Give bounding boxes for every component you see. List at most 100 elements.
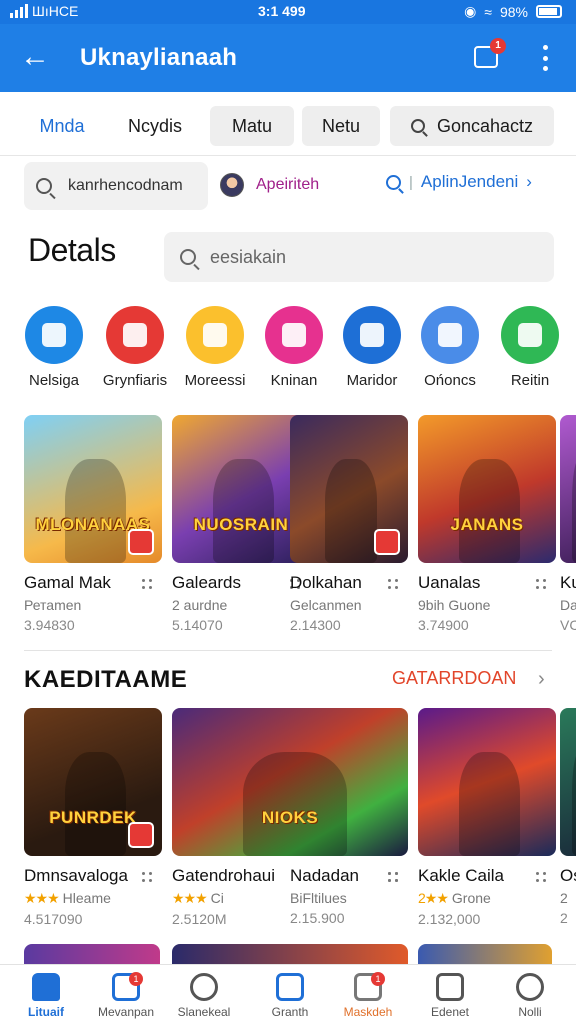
- nav-label: Mevanpan: [97, 1005, 155, 1019]
- game-cover-image[interactable]: MLONANAAS: [24, 415, 162, 563]
- card-more-icon[interactable]: [536, 577, 550, 591]
- filter-link[interactable]: | AplinJendeni ›: [386, 172, 532, 192]
- status-left: ШıHCE: [10, 3, 78, 19]
- category-item[interactable]: Reitin: [488, 306, 572, 389]
- note-icon: [106, 306, 164, 364]
- game-subtitle-text: 2: [560, 890, 568, 906]
- game-subtitle: Gelcanmen: [290, 597, 408, 613]
- game-card[interactable]: PUNRDEK Dmnsavaloga ★★★ Hleame 4.517090: [24, 708, 162, 927]
- card-more-icon[interactable]: [388, 577, 402, 591]
- music-disc-icon: [265, 306, 323, 364]
- notifications-button[interactable]: 1: [470, 38, 506, 74]
- nav-label: Edenet: [430, 1005, 470, 1019]
- chevron-right-icon[interactable]: ›: [538, 668, 545, 691]
- game-cover-image[interactable]: [560, 708, 576, 856]
- profile-icon: [516, 973, 544, 1001]
- game-card[interactable]: Os 2 2: [560, 708, 576, 926]
- game-subtitle-text: 2 aurdne: [172, 597, 228, 613]
- card-more-icon[interactable]: [536, 870, 550, 884]
- game-cover-image[interactable]: PUNRDEK: [24, 708, 162, 856]
- nav-item[interactable]: Granth: [248, 973, 332, 1019]
- avatar: [220, 173, 244, 197]
- card-peek[interactable]: [172, 944, 408, 964]
- category-item[interactable]: Moreessi: [173, 306, 257, 389]
- game-subtitle: 2: [560, 890, 576, 906]
- category-item[interactable]: Nelsiga: [12, 306, 96, 389]
- category-label: Kninan: [270, 372, 318, 389]
- category-item[interactable]: Kninan: [252, 306, 336, 389]
- card-peek[interactable]: [418, 944, 552, 964]
- game-subtitle: 2★★ Grone: [418, 890, 556, 907]
- carrier-text: ШıHCE: [32, 3, 79, 19]
- game-subtitle-text: Hleame: [62, 890, 111, 906]
- tab-0[interactable]: Mnda: [20, 106, 104, 146]
- filter-search-input[interactable]: kanrhencodnam: [24, 162, 208, 210]
- game-downloads: 3.74900: [418, 617, 469, 633]
- card-more-icon[interactable]: [142, 577, 156, 591]
- main-search-input[interactable]: eesiakain: [164, 232, 554, 282]
- nav-label: Maskdeh: [343, 1005, 393, 1019]
- gamepad-icon: 1: [354, 972, 385, 1001]
- game-card[interactable]: JANANS Uanalas 9bih Guone 3.74900: [418, 415, 556, 633]
- chart-icon: [421, 306, 479, 364]
- cover-title: NUOSRAIN: [193, 515, 289, 534]
- edit-icon: [276, 973, 304, 1001]
- nav-item[interactable]: Lituaif: [4, 973, 88, 1019]
- nav-item[interactable]: Edenet: [408, 973, 492, 1019]
- game-title: Ku: [560, 573, 576, 592]
- game-card[interactable]: Nadadan BiFltilues 2.15.900: [290, 708, 408, 926]
- badge-icon: [128, 529, 154, 555]
- card-peek[interactable]: [24, 944, 160, 964]
- game-card[interactable]: Ku Da VC: [560, 415, 576, 633]
- game-cover-image[interactable]: JANANS: [418, 415, 556, 563]
- filter-user[interactable]: Apeiriteh: [220, 172, 319, 198]
- status-time: 3:1 499: [258, 3, 306, 19]
- category-label: Ońoncs: [424, 372, 476, 389]
- character-figure: [459, 459, 521, 563]
- character-figure: [65, 752, 127, 856]
- game-card[interactable]: Kakle Caila 2★★ Grone 2.132,000: [418, 708, 556, 927]
- character-figure: [572, 752, 576, 856]
- search-icon: [180, 249, 196, 265]
- nav-item[interactable]: 1 Mevanpan: [84, 972, 168, 1019]
- camera-icon: [25, 306, 83, 364]
- nav-badge: 1: [371, 972, 385, 986]
- status-bar: ШıHCE 3:1 499 ◉ ≈ 98%: [0, 0, 576, 24]
- game-subtitle: Da: [560, 597, 576, 613]
- card-more-icon[interactable]: [388, 870, 402, 884]
- section-see-all-link[interactable]: GATARRDOAN: [392, 668, 516, 689]
- tab-2[interactable]: Matu: [210, 106, 294, 146]
- back-arrow-icon[interactable]: ←: [20, 40, 56, 76]
- tab-3[interactable]: Netu: [302, 106, 380, 146]
- nav-item[interactable]: Nolli: [488, 973, 572, 1019]
- category-item[interactable]: Ońoncs: [408, 306, 492, 389]
- nav-item[interactable]: Slanekeal: [162, 973, 246, 1019]
- game-cover-image[interactable]: [560, 415, 576, 563]
- tab-1[interactable]: Ncydis: [112, 106, 198, 146]
- more-options-icon[interactable]: [532, 42, 558, 74]
- card-more-icon[interactable]: [142, 870, 156, 884]
- badge-icon: [374, 822, 400, 848]
- game-card[interactable]: Dolkahan Gelcanmen 2.14300: [290, 415, 408, 633]
- search-icon: [36, 178, 52, 194]
- nav-label: Nolli: [518, 1005, 542, 1019]
- tab-4-search[interactable]: Goncahactz: [390, 106, 554, 146]
- game-downloads: 4.517090: [24, 911, 83, 927]
- home-icon: [32, 973, 60, 1001]
- search-icon: [410, 119, 425, 133]
- game-downloads: 3.94830: [24, 617, 75, 633]
- rating-stars: ★★★: [24, 890, 60, 906]
- category-label: Moreessi: [184, 372, 246, 389]
- game-cover-image[interactable]: [290, 415, 408, 563]
- search-icon: [386, 174, 401, 190]
- nav-item[interactable]: 1 Maskdeh: [326, 972, 410, 1019]
- category-label: Grynfiaris: [102, 372, 168, 389]
- game-subtitle-text: Da: [560, 597, 576, 613]
- heart-icon: [190, 973, 218, 1001]
- game-cover-image[interactable]: [418, 708, 556, 856]
- game-card[interactable]: MLONANAAS Gamal Mak Ретаmen 3.94830: [24, 415, 162, 633]
- character-figure: [572, 459, 576, 563]
- category-item[interactable]: Maridor: [330, 306, 414, 389]
- battery-icon: [536, 5, 562, 18]
- category-item[interactable]: Grynfiaris: [93, 306, 177, 389]
